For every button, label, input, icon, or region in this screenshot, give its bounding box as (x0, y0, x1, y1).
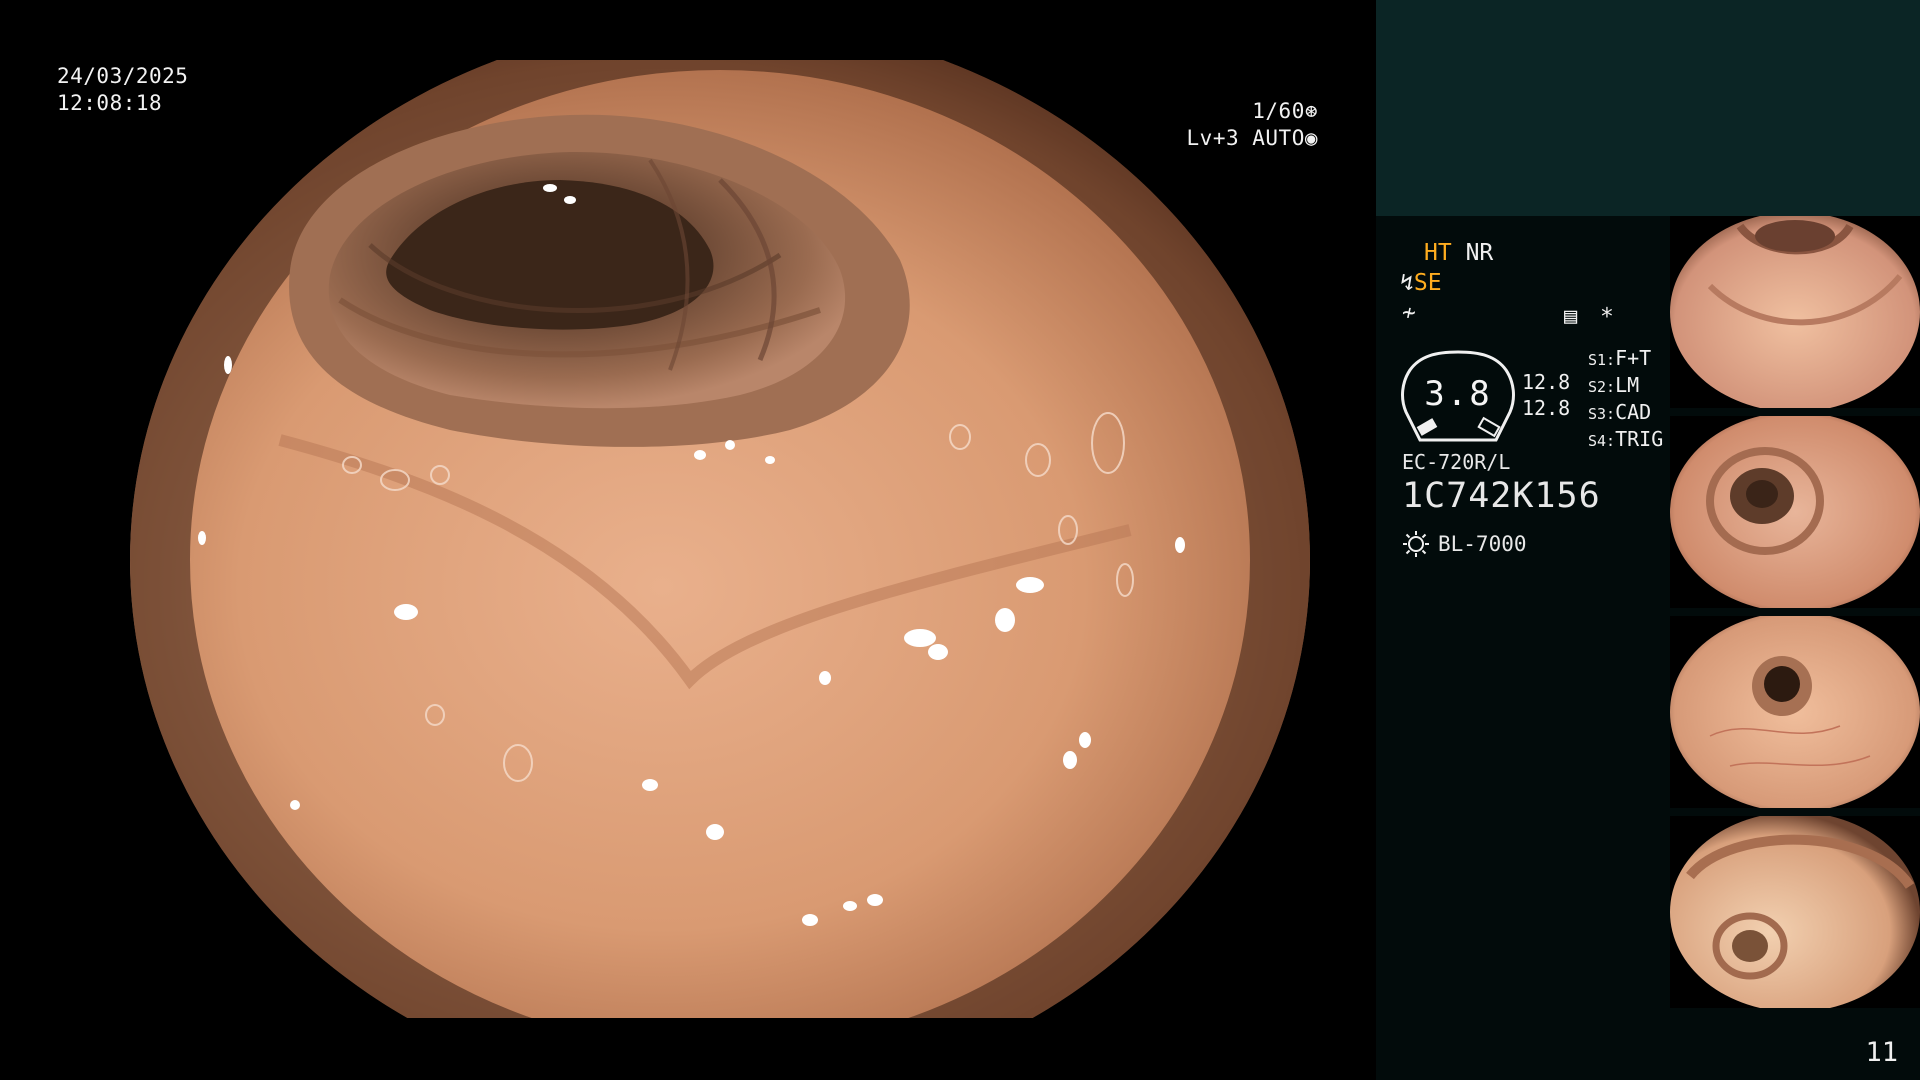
report-icon: ▤ (1564, 304, 1578, 329)
page-number: 11 (1865, 1037, 1898, 1068)
sharpness-icon: ≁ (1402, 300, 1416, 326)
switch-2: S2:LM (1588, 373, 1640, 397)
se-label: SE (1413, 270, 1442, 296)
iris-row: Lv+3 AUTO◉ (1187, 125, 1318, 152)
switch-1: S1:F+T (1588, 346, 1652, 370)
date-time-readout: 24/03/2025 12:08:18 (57, 63, 188, 117)
date-text: 24/03/2025 (57, 64, 189, 88)
colon-lumen-image (130, 60, 1312, 1018)
scope-serial: 1C742K156 (1402, 476, 1601, 516)
value-2: 12.8 (1522, 396, 1571, 420)
brightness-level: Lv+3 (1186, 126, 1240, 150)
cable-icon: ↯ (1400, 270, 1414, 296)
iris-icon: ◉ (1304, 126, 1318, 150)
scope-model: EC-720R/L (1402, 450, 1511, 474)
nr-label: NR (1465, 240, 1494, 266)
value-1: 12.8 (1522, 370, 1571, 394)
switch-4: S4:TRIG (1588, 427, 1664, 451)
exposure-readout: 1/60⊛ Lv+3 AUTO◉ (1187, 98, 1318, 152)
thumbnail-3[interactable] (1670, 616, 1920, 808)
thumbnail-2[interactable] (1670, 416, 1920, 608)
panel-header-bar (1376, 0, 1920, 216)
switch-3: S3:CAD (1588, 400, 1652, 424)
light-source-label: BL-7000 (1438, 532, 1527, 556)
se-row: ↯SE (1400, 270, 1442, 296)
info-panel: HT NR ↯SE ≁ ▤ * 3.8 12.8 12.8 S1:F+T S2:… (1376, 0, 1920, 1080)
zoom-value: 3.8 (1424, 374, 1492, 414)
ht-label: HT (1424, 240, 1452, 266)
enhancement-row: HT NR (1424, 240, 1493, 266)
time-text: 12:08:18 (57, 91, 163, 115)
iris-mode: AUTO (1252, 126, 1305, 150)
switch-list: S1:F+T S2:LM S3:CAD S4:TRIG (1588, 346, 1663, 454)
light-source-icon (1403, 531, 1429, 557)
shutter-speed: 1/60 (1252, 99, 1305, 123)
asterisk-mark: * (1600, 304, 1614, 330)
aperture-icon: ⊛ (1304, 99, 1318, 123)
endoscope-live-view (130, 60, 1312, 1018)
thumbnail-4[interactable] (1670, 816, 1920, 1008)
light-source: BL-7000 (1402, 530, 1527, 558)
shutter-row: 1/60⊛ (1187, 98, 1318, 125)
thumbnail-1[interactable] (1670, 216, 1920, 408)
